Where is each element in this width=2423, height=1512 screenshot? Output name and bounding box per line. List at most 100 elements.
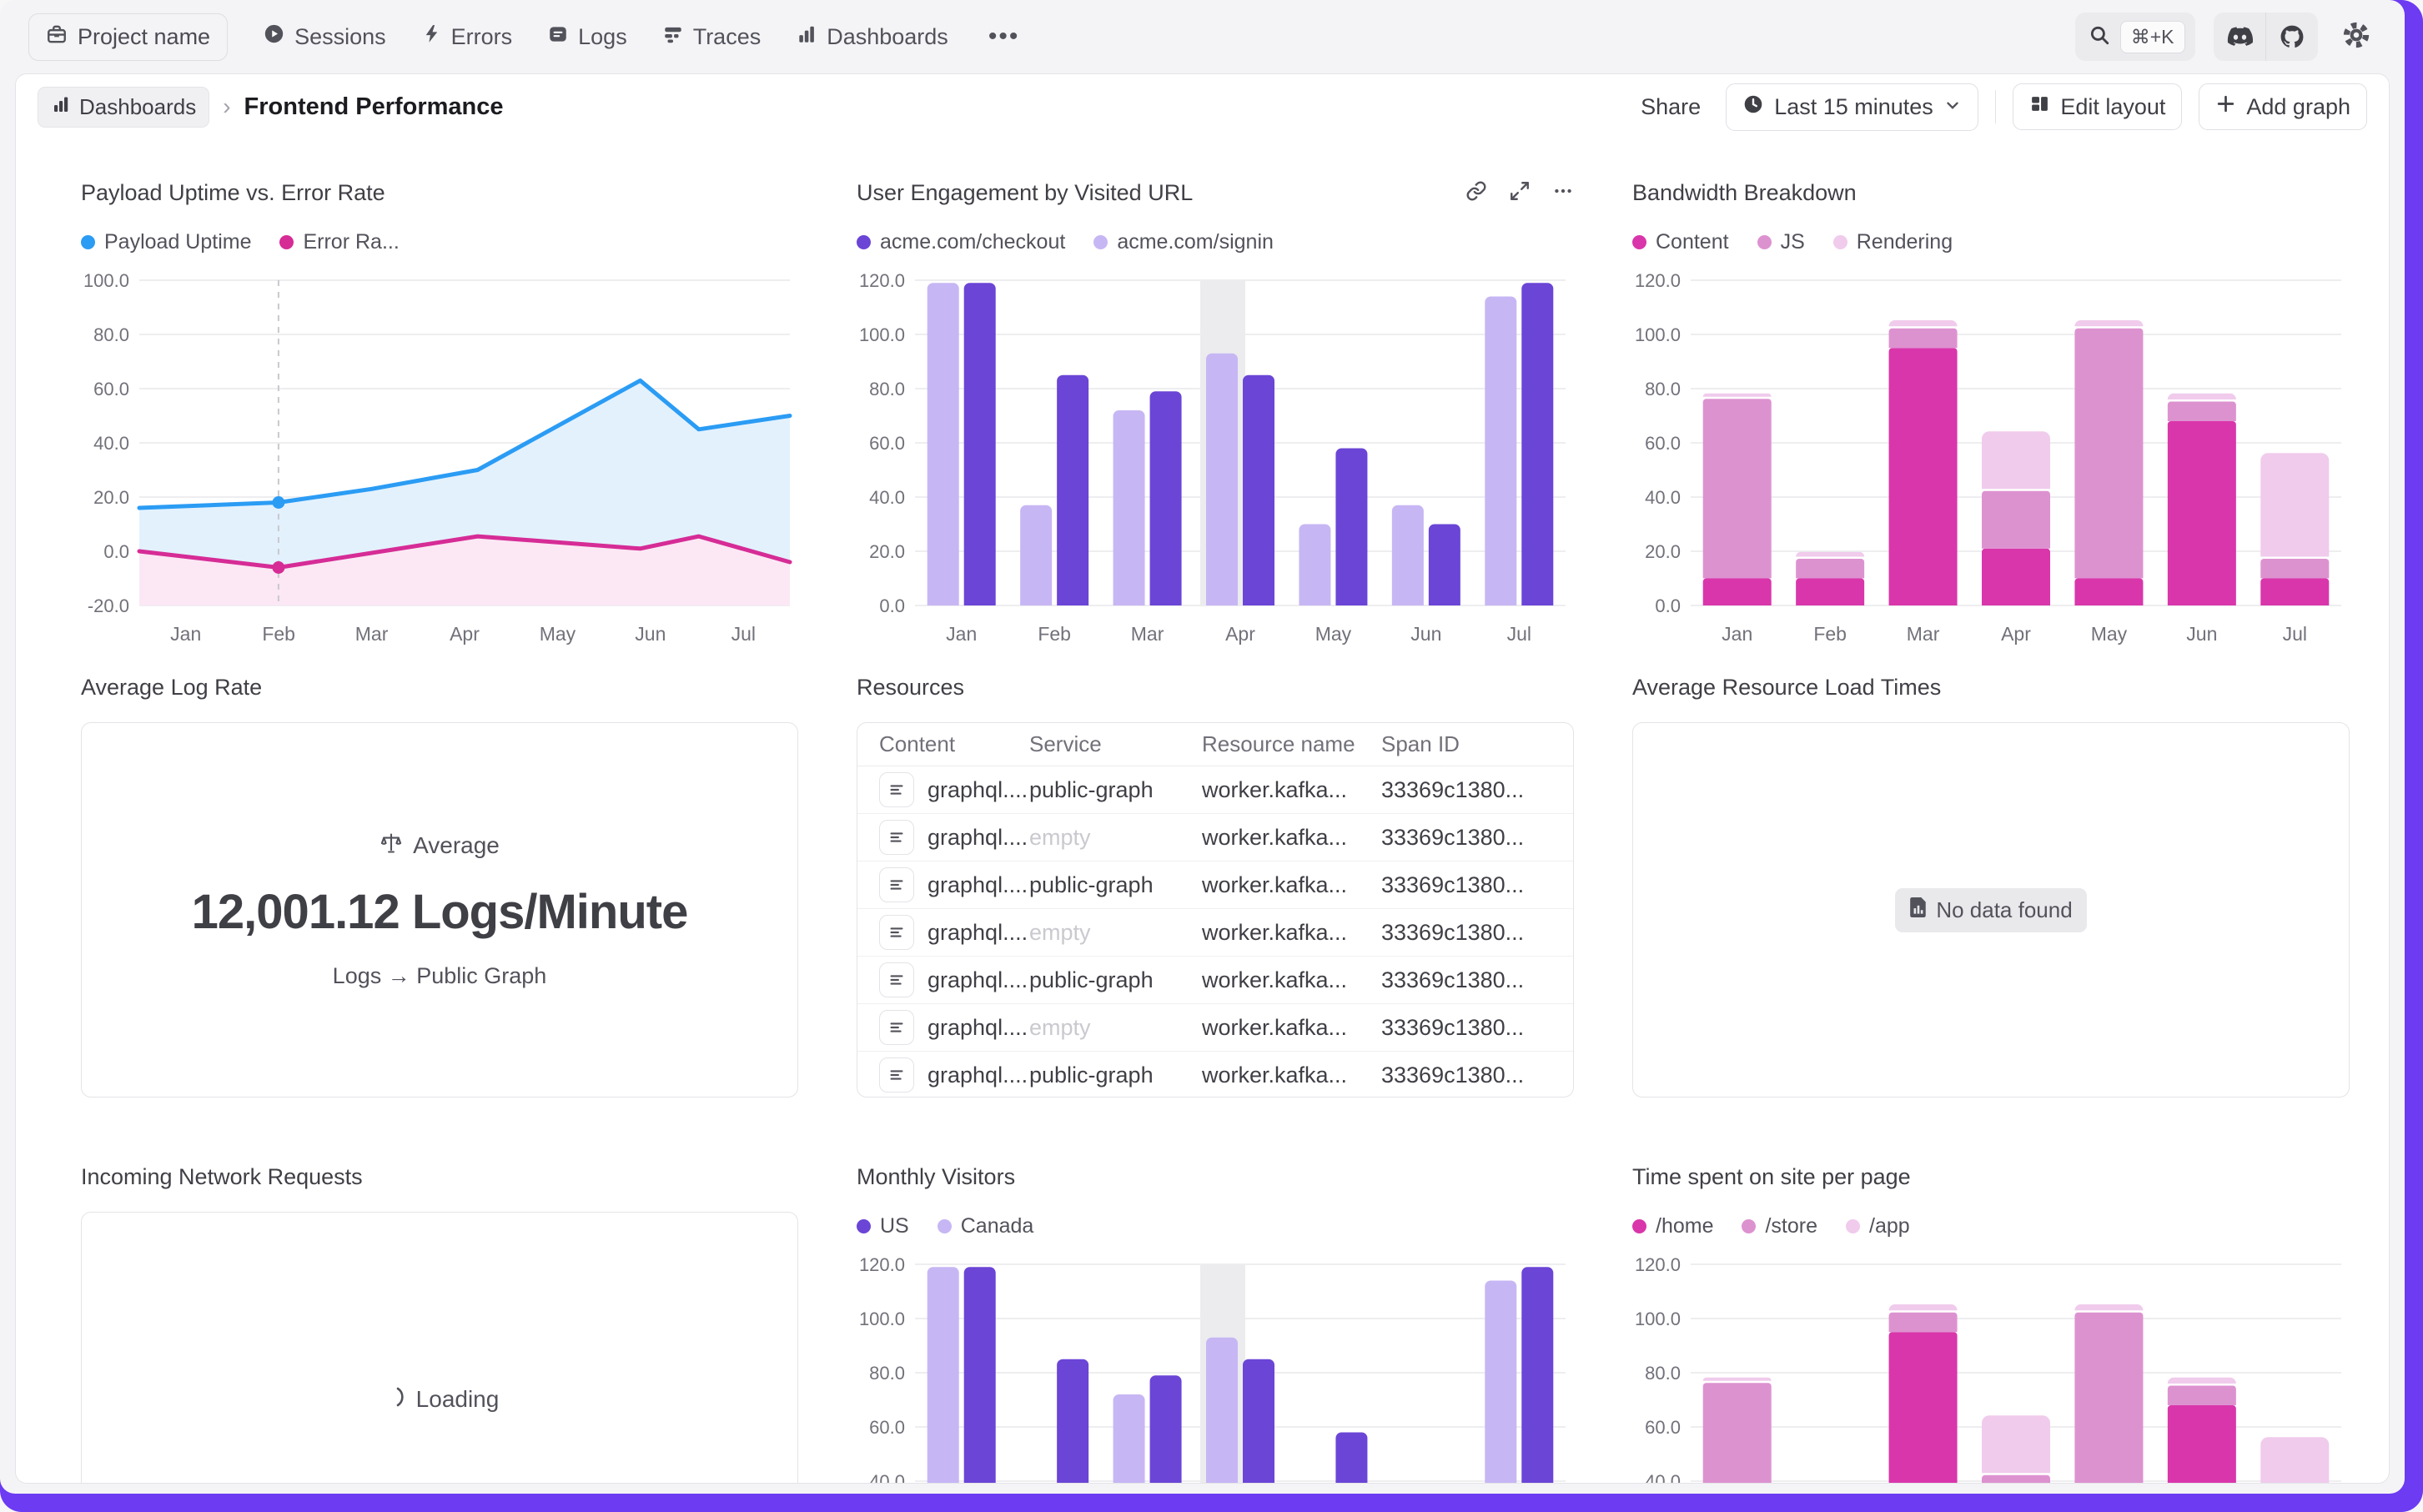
report-icon: [1909, 897, 1928, 923]
table-row[interactable]: graphql....emptyworker.kafka...33369c138…: [857, 909, 1573, 957]
chart-legend: /home/store/app: [1632, 1209, 2350, 1243]
ellipsis-icon[interactable]: [1552, 180, 1574, 202]
log-lines-icon[interactable]: [879, 772, 914, 807]
table-row[interactable]: graphql....emptyworker.kafka...33369c138…: [857, 814, 1573, 861]
cell-service: public-graph: [1029, 777, 1202, 803]
svg-text:Apr: Apr: [450, 623, 480, 645]
github-button[interactable]: [2266, 13, 2318, 61]
cell-resource-name: worker.kafka...: [1202, 825, 1381, 851]
bar-chart[interactable]: 0.020.040.060.080.0100.0120.0JanFebMarAp…: [857, 1248, 1574, 1484]
cell-service: public-graph: [1029, 967, 1202, 993]
chart-legend: Payload Uptime Error Ra...: [81, 225, 798, 259]
cell-resource-name: worker.kafka...: [1202, 872, 1381, 898]
legend-item: acme.com/signin: [1093, 230, 1274, 254]
stacked-bar-chart[interactable]: 0.020.040.060.080.0100.0120.0JanFebMarAp…: [1632, 264, 2350, 656]
cell-content: graphql....: [927, 920, 1028, 946]
legend-dot: [1742, 1219, 1756, 1233]
svg-text:Jun: Jun: [2186, 623, 2217, 645]
settings-button[interactable]: [2336, 17, 2376, 57]
link-icon[interactable]: [1465, 180, 1487, 202]
legend-dot: [857, 235, 871, 249]
table-row[interactable]: graphql....public-graphworker.kafka...33…: [857, 957, 1573, 1004]
cell-service: empty: [1029, 825, 1202, 851]
page: Project name Sessions Errors: [0, 0, 2423, 1512]
cell-content: graphql....: [927, 1015, 1028, 1041]
layout-icon: [2029, 93, 2050, 120]
svg-text:60.0: 60.0: [1645, 1417, 1681, 1438]
legend-item: Error Ra...: [279, 230, 399, 254]
log-lines-icon[interactable]: [879, 1057, 914, 1093]
time-range-select[interactable]: Last 15 minutes: [1726, 83, 1978, 131]
nav-item-logs[interactable]: Logs: [547, 23, 627, 51]
discord-button[interactable]: [2214, 13, 2265, 61]
table-body: graphql....public-graphworker.kafka...33…: [857, 766, 1573, 1098]
breadcrumb-dashboards[interactable]: Dashboards: [38, 87, 209, 128]
legend-item: Canada: [938, 1214, 1034, 1238]
svg-text:40.0: 40.0: [1645, 487, 1681, 508]
stacked-bar-chart[interactable]: 0.020.040.060.080.0100.0120.0JanFebMarAp…: [1632, 1248, 2350, 1484]
svg-text:120.0: 120.0: [1635, 1254, 1681, 1275]
nav-item-dashboards[interactable]: Dashboards: [796, 23, 948, 51]
nav-item-sessions[interactable]: Sessions: [263, 23, 386, 51]
tile-payload-uptime: Payload Uptime vs. Error Rate Payload Up…: [81, 180, 798, 675]
legend-dot: [81, 235, 95, 249]
log-lines-icon[interactable]: [879, 962, 914, 997]
breadcrumb: Dashboards › Frontend Performance: [38, 87, 504, 128]
project-switcher-button[interactable]: Project name: [28, 13, 228, 61]
svg-text:20.0: 20.0: [869, 541, 905, 562]
table-row[interactable]: graphql....public-graphworker.kafka...33…: [857, 861, 1573, 909]
table-row[interactable]: graphql....emptyworker.kafka...33369c138…: [857, 1004, 1573, 1052]
log-lines-icon[interactable]: [879, 915, 914, 950]
legend-dot: [1757, 235, 1772, 249]
svg-text:Feb: Feb: [1813, 623, 1847, 645]
nav-item-errors[interactable]: Errors: [421, 23, 513, 51]
legend-dot: [1093, 235, 1108, 249]
nav-item-label: Errors: [451, 24, 513, 50]
svg-text:40.0: 40.0: [869, 1471, 905, 1484]
search-button[interactable]: ⌘+K: [2075, 13, 2195, 61]
edit-layout-button[interactable]: Edit layout: [2013, 83, 2182, 130]
add-graph-button[interactable]: Add graph: [2199, 83, 2367, 130]
legend-item: Payload Uptime: [81, 230, 251, 254]
bar-chart[interactable]: 0.020.040.060.080.0100.0120.0JanFebMarAp…: [857, 264, 1574, 656]
chart-actions: [1465, 180, 1574, 202]
share-button[interactable]: Share: [1632, 88, 1709, 127]
top-nav: Project name Sessions Errors: [0, 0, 2405, 73]
metric-card: Average 12,001.12 Logs/Minute Logs → Pub…: [81, 722, 798, 1098]
chart-title: Time spent on site per page: [1632, 1164, 1911, 1190]
tile-bandwidth: Bandwidth Breakdown ContentJSRendering 0…: [1632, 180, 2350, 675]
svg-text:May: May: [2091, 623, 2128, 645]
log-lines-icon[interactable]: [879, 867, 914, 902]
log-lines-icon[interactable]: [879, 820, 914, 855]
nav-item-traces[interactable]: Traces: [662, 23, 762, 51]
svg-text:Apr: Apr: [1225, 623, 1255, 645]
cell-service: public-graph: [1029, 1062, 1202, 1088]
table-row[interactable]: graphql....public-graphworker.kafka...33…: [857, 766, 1573, 814]
log-lines-icon[interactable]: [879, 1010, 914, 1045]
line-chart[interactable]: -20.00.020.040.060.080.0100.0JanFebMarAp…: [81, 264, 798, 656]
cell-content: graphql....: [927, 777, 1028, 803]
panel-header: Dashboards › Frontend Performance Share …: [16, 74, 2389, 139]
cell-span-id: 33369c1380...: [1381, 920, 1573, 946]
tile-resources: Resources Content Service Resource name …: [857, 675, 1574, 1164]
svg-text:80.0: 80.0: [869, 1363, 905, 1384]
legend-item: Content: [1632, 230, 1729, 254]
svg-text:Jan: Jan: [946, 623, 977, 645]
table-row[interactable]: graphql....public-graphworker.kafka...33…: [857, 1052, 1573, 1098]
tile-average-resource-load: Average Resource Load Times No data foun…: [1632, 675, 2350, 1164]
svg-text:Feb: Feb: [1038, 623, 1071, 645]
legend-item: /home: [1632, 1214, 1713, 1238]
expand-icon[interactable]: [1509, 180, 1531, 202]
svg-text:May: May: [1315, 623, 1352, 645]
cell-span-id: 33369c1380...: [1381, 1062, 1573, 1088]
tile-monthly-visitors: Monthly Visitors USCanada 0.020.040.060.…: [857, 1164, 1574, 1484]
gear-icon: [2342, 21, 2370, 53]
nav-more-button[interactable]: •••: [983, 23, 1025, 51]
chart-legend: ContentJSRendering: [1632, 225, 2350, 259]
page-title: Frontend Performance: [244, 93, 504, 121]
tile-incoming-requests: Incoming Network Requests Loading: [81, 1164, 798, 1484]
svg-text:Mar: Mar: [1907, 623, 1940, 645]
svg-text:0.0: 0.0: [103, 541, 129, 562]
project-name-label: Project name: [78, 24, 210, 50]
cell-span-id: 33369c1380...: [1381, 825, 1573, 851]
